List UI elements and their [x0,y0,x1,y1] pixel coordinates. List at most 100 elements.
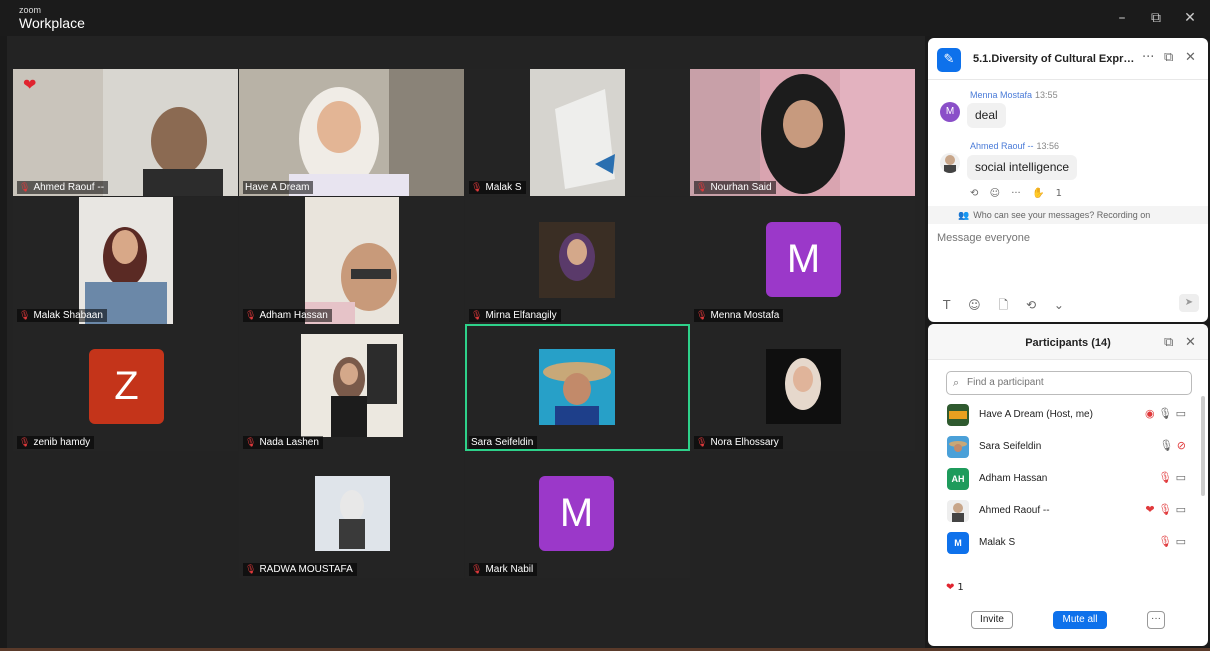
more-options-button[interactable]: ··· [1147,611,1165,629]
edit-icon[interactable]: ✎ [937,48,961,72]
name-text: Nourhan Said [710,182,772,193]
video-tile[interactable]: 🎙 Mirna Elfanagily [465,197,690,324]
video-tile[interactable]: M 🎙 Menna Mostafa [690,197,915,324]
camera-icon[interactable]: ▭ [1176,503,1186,516]
video-gallery: ❤ 🎙 Ahmed Raouf -- Have A Dream 🎙 Malak S [7,36,925,648]
send-button[interactable]: ➤ [1179,294,1199,312]
mic-icon[interactable]: 🎙 [1158,407,1172,420]
close-icon[interactable]: ✕ [1185,335,1196,350]
close-window-button[interactable]: ✕ [1180,8,1200,28]
camera-icon[interactable]: ▭ [1176,471,1186,484]
message-bubble[interactable]: deal [967,103,1006,128]
message-bubble[interactable]: social intelligence [967,155,1078,180]
message-time: 13:56 [1036,141,1060,151]
video-tile[interactable]: 🎙 RADWA MOUSTAFA [239,451,464,578]
reply-icon[interactable]: ⟲ [970,188,978,199]
heart-icon: ❤ [1145,503,1155,516]
participant-name-label: 🎙 RADWA MOUSTAFA [243,563,357,576]
more-icon[interactable]: ··· [1011,188,1021,199]
message-time: 13:55 [1035,90,1058,100]
mic-icon[interactable]: 🎙 [1159,439,1173,452]
file-icon[interactable]: 🗋 [999,298,1009,312]
avatar [940,153,960,173]
popout-icon[interactable]: ⧉ [1164,335,1173,350]
participant-row[interactable]: Have A Dream (Host, me) ◉ 🎙 ▭ [928,398,1198,430]
chevron-down-icon[interactable]: ⌄ [1054,298,1064,312]
camera-icon[interactable]: ▭ [1176,535,1186,548]
video-tile[interactable]: 🎙 Nora Elhossary [690,324,915,451]
restore-button[interactable]: ⧉ [1146,8,1166,28]
format-text-icon[interactable]: T [943,298,950,312]
video-tile[interactable]: ❤ 🎙 Ahmed Raouf -- [13,69,238,196]
video-tile[interactable]: 🎙 Malak Shabaan [13,197,238,324]
heart-icon: ❤ [946,582,955,593]
chat-toolbar: T ☺ 🗋 ⟲ ⌄ [943,296,1078,317]
add-reaction-icon[interactable]: ☺ [990,188,1000,199]
participant-name-label: Have A Dream [243,181,314,194]
participants-header: Participants (14) ⧉ ✕ [928,324,1208,360]
participants-scrollbar[interactable] [1201,396,1205,496]
search-icon: ⌕ [953,376,960,389]
video-tile[interactable]: 🎙 Adham Hassan [239,197,464,324]
app-logo: zoom Workplace [19,5,85,31]
participant-row[interactable]: AH Adham Hassan 🎙 ▭ [928,462,1198,494]
message-input[interactable] [937,232,1197,244]
camera-off-icon[interactable]: ⊘ [1177,439,1186,452]
recording-icon: ◉ [1145,407,1155,420]
video-tile[interactable]: 🎙 Nourhan Said [690,69,915,196]
participant-video [539,349,615,425]
name-text: Sara Seifeldin [471,437,534,448]
video-tile[interactable]: 🎙 Malak S [465,69,690,196]
popout-icon[interactable]: ⧉ [1164,50,1173,65]
name-text: Malak S [485,182,522,193]
screenshot-icon[interactable]: ⟲ [1026,298,1036,312]
participant-search[interactable]: ⌕ [946,371,1192,395]
name-text: Mark Nabil [485,564,534,575]
participant-name-label: 🎙 Nora Elhossary [694,436,783,449]
participant-name-label: 🎙 Mark Nabil [469,563,538,576]
search-input[interactable] [967,377,1182,388]
participant-name: Sara Seifeldin [979,441,1042,452]
more-options-icon[interactable]: ··· [1142,50,1154,65]
invite-button[interactable]: Invite [971,611,1013,629]
video-tile-active-speaker[interactable]: Sara Seifeldin [465,324,690,451]
clap-icon: ✋ [1031,188,1045,199]
avatar [947,404,969,426]
mic-off-icon: 🎙 [245,311,257,321]
participant-row[interactable]: Ahmed Raouf -- ❤ 🎙 ▭ [928,494,1198,526]
name-text: Have A Dream [245,182,310,193]
heart-reaction-icon: ❤ [23,75,37,94]
participant-video [239,451,464,578]
participants-panel: Participants (14) ⧉ ✕ ⌕ Have A Dream (Ho… [928,324,1208,646]
participant-name-label: 🎙 Adham Hassan [243,309,332,322]
participant-name-label: 🎙 zenib hamdy [17,436,95,449]
participant-video [465,197,690,324]
video-tile[interactable]: Have A Dream [239,69,464,196]
mic-off-icon: 🎙 [471,311,483,321]
mic-off-icon[interactable]: 🎙 [1158,535,1172,548]
name-text: Nora Elhossary [710,437,779,448]
participant-name: Malak S [979,537,1016,548]
participant-video [239,197,464,324]
participant-video [239,69,464,196]
name-text: Mirna Elfanagily [485,310,557,321]
video-tile[interactable]: Z 🎙 zenib hamdy [13,324,238,451]
clap-reaction-badge[interactable]: ✋ 1 [1032,188,1070,199]
emoji-icon[interactable]: ☺ [968,298,981,312]
video-tile[interactable]: M 🎙 Mark Nabil [465,451,690,578]
mic-off-icon: 🎙 [696,311,708,321]
participant-row[interactable]: Sara Seifeldin 🎙 ⊘ [928,430,1198,462]
mute-all-button[interactable]: Mute all [1053,611,1107,629]
name-text: Ahmed Raouf -- [33,182,105,193]
mic-off-icon[interactable]: 🎙 [1158,503,1172,516]
visibility-notice[interactable]: 👥 Who can see your messages? Recording on [928,206,1208,224]
mic-off-icon[interactable]: 🎙 [1158,471,1172,484]
participant-row[interactable]: M Malak S 🎙 ▭ [928,526,1198,558]
close-icon[interactable]: ✕ [1185,50,1196,65]
video-tile[interactable]: 🎙 Nada Lashen [239,324,464,451]
avatar: AH [947,468,969,490]
camera-icon[interactable]: ▭ [1176,407,1186,420]
minimize-button[interactable]: – [1112,8,1132,28]
brand-top: zoom [19,5,42,15]
participant-avatar: Z [89,349,164,424]
